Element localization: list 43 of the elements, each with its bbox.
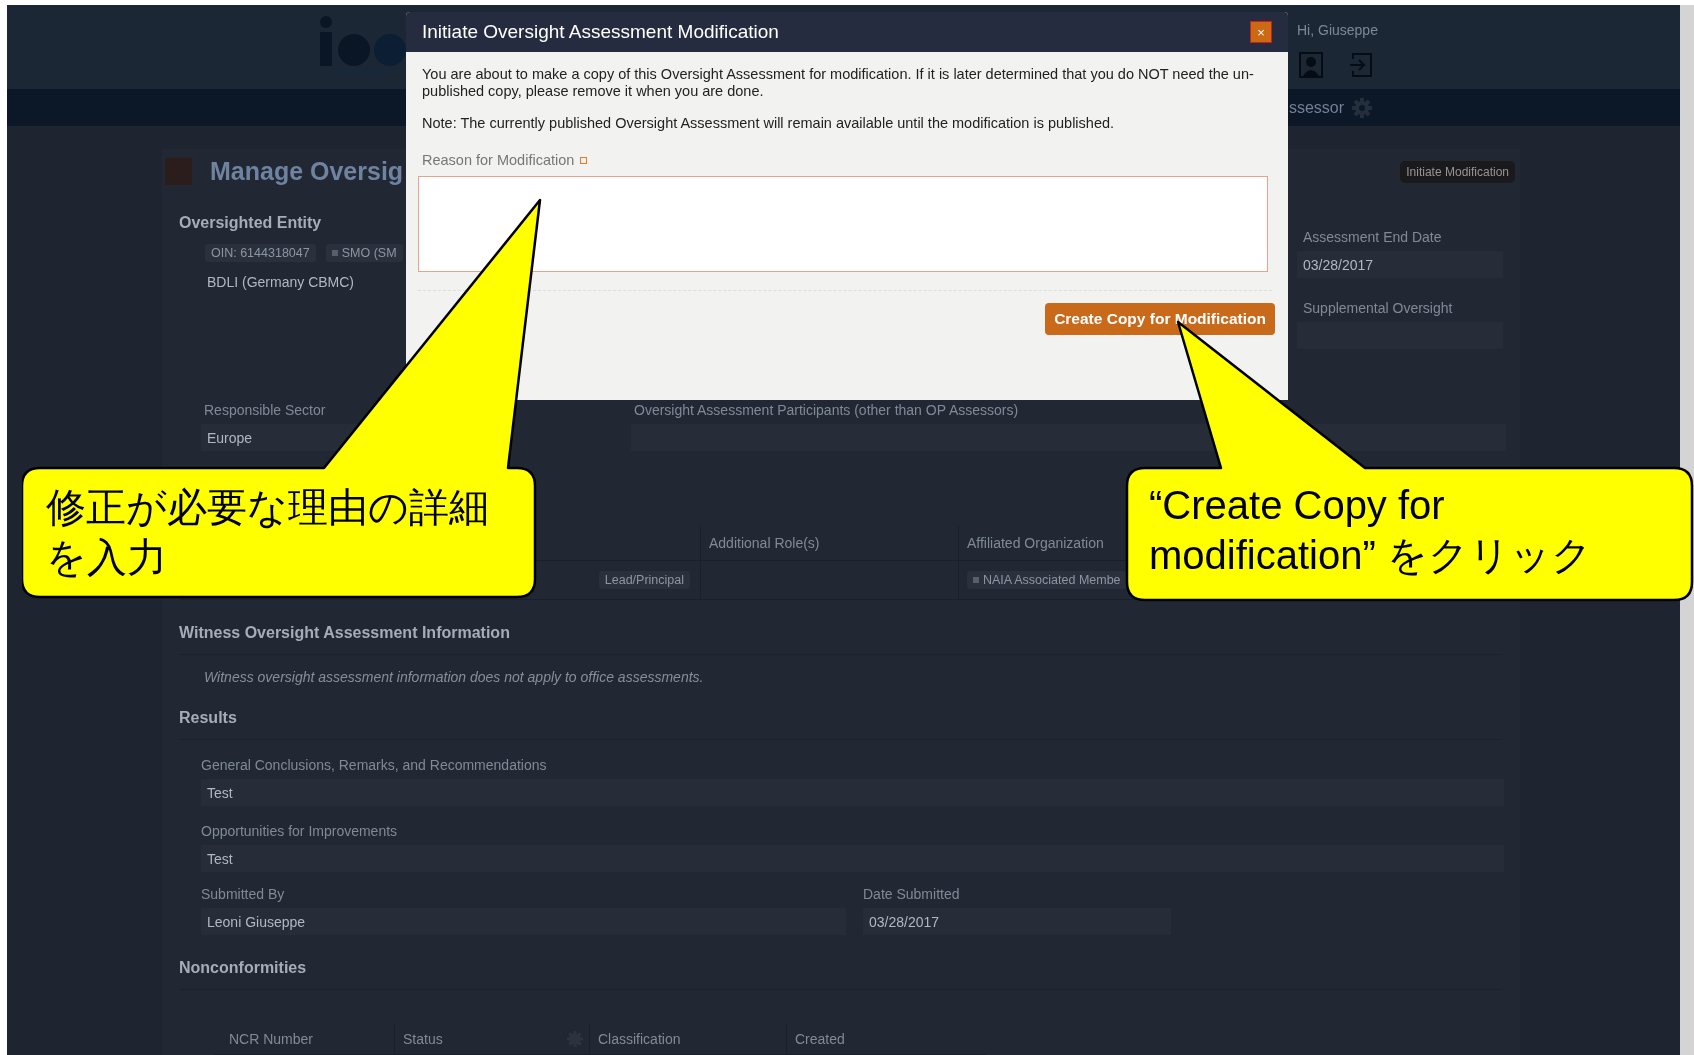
oin-chip: OIN: 6144318047 [205,244,316,262]
section-heading: Nonconformities [179,959,1502,990]
close-button[interactable]: × [1250,21,1272,43]
reason-input-field[interactable] [418,176,1268,273]
dialog-text: You are about to make a copy of this Oversight Assessment for modification. If it is later determined that you do NOT need the un-published copy, please remove it when you are done. [422,66,1255,101]
type-chip: SMO (SM [325,244,403,262]
create-copy-button[interactable]: Create Copy for Modification [1045,303,1275,336]
value-field: Test [201,845,1504,872]
column-header: Additional Role(s) [700,526,958,561]
section-heading: Results [179,709,1502,740]
field-label: Supplemental Oversight [1303,300,1454,316]
field-label: General Conclusions, Remarks, and Recommendations [201,757,548,773]
dialog-title: Initiate Oversight Assessment Modification [422,21,779,43]
initiate-modification-button[interactable]: Initiate Modification [1400,160,1515,183]
role-chip: Lead/Principal [598,571,690,589]
callout-text: 修正が必要な理由の詳細を入力 [46,484,490,581]
column-header: NCR Number [229,1031,313,1047]
field-label: Oversight Assessment Participants (other than OP Assessors) [634,402,1020,418]
column-header: Created [795,1031,845,1047]
value-field: 03/28/2017 [863,908,1171,935]
value-field: Leoni Giuseppe [201,908,846,935]
value-field: Test [201,779,1504,806]
settings-icon[interactable] [1352,97,1372,118]
user-icon[interactable] [1299,52,1323,79]
entity-name: BDLI (Germany CBMC) [207,274,356,290]
column-header: Classification [598,1031,681,1047]
field-label: Submitted By [201,886,286,902]
field-label: Responsible Sector [204,402,327,418]
organization-chip: NAIA Associated Membe [967,571,1127,589]
role-label: ssessor [1288,98,1344,117]
field-label: Opportunities for Improvements [201,823,399,839]
logout-icon[interactable] [1349,52,1373,79]
section-heading: Witness Oversight Assessment Information [179,624,1502,655]
field-label: Reason for Modification [422,152,575,169]
column-header: Status [403,1031,443,1047]
info-note: Witness oversight assessment information does not apply to office assessments. [204,669,705,685]
section-heading: Oversighted Entity [179,214,323,232]
value-field: 03/28/2017 [1297,251,1503,278]
field-label: Assessment End Date [1303,229,1443,245]
page-title: Manage Oversig [210,157,404,186]
greeting-text: Hi, Giuseppe [1297,22,1379,39]
dialog-text: Note: The currently published Oversight Assessment will remain available until the modification is published. [422,114,1116,133]
field-label: Date Submitted [863,886,961,902]
